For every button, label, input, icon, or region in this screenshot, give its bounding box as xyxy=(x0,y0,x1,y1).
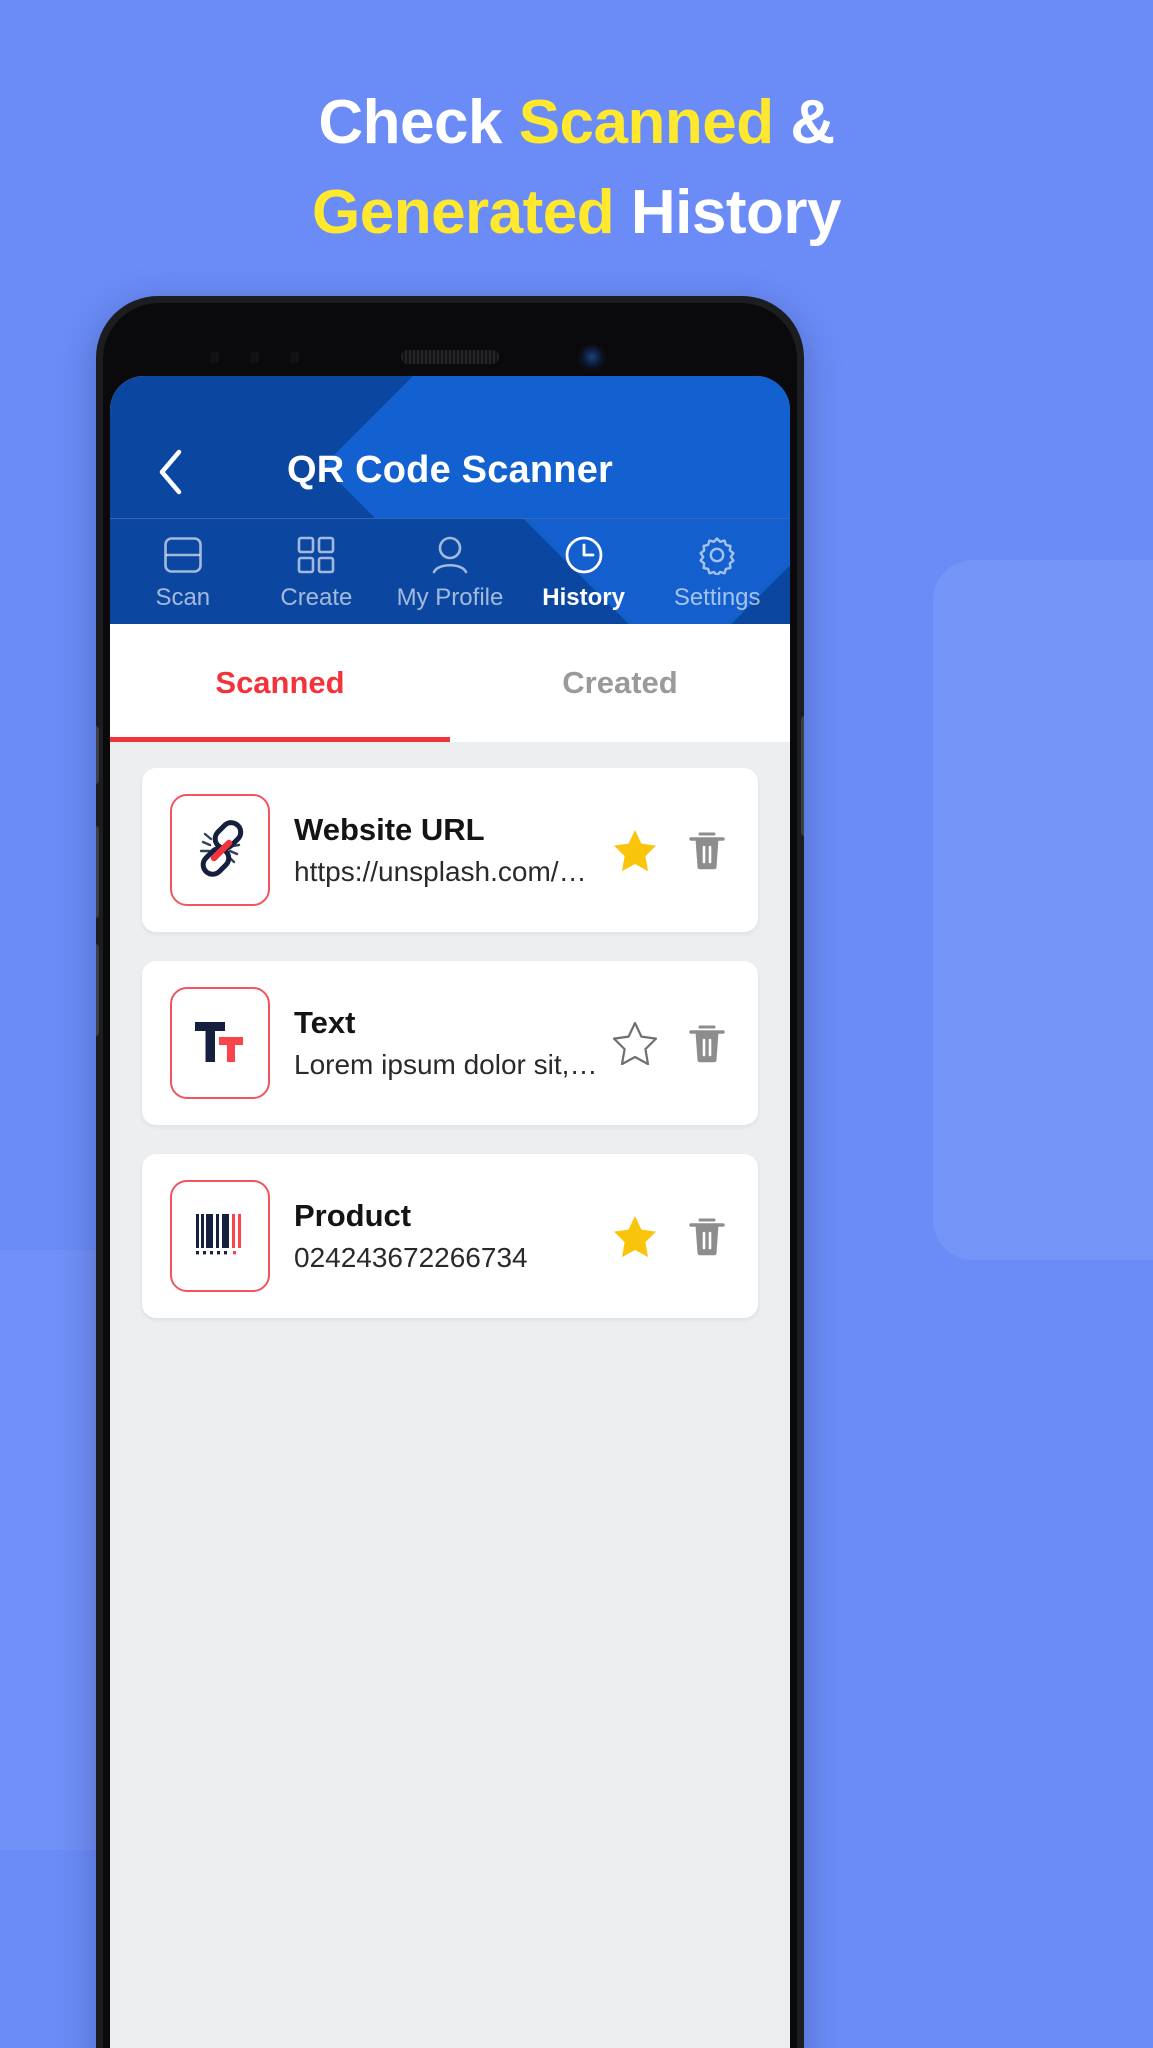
list-item[interactable]: Product 024243672266734 xyxy=(142,1154,758,1318)
promo-line2-part2: History xyxy=(614,177,842,247)
nav-item-my-profile[interactable]: My Profile xyxy=(383,535,517,610)
phone-button-volume-down xyxy=(96,944,99,1036)
history-item-subtitle: Lorem ipsum dolor sit, con... xyxy=(294,1049,602,1081)
history-item-title: Product xyxy=(294,1197,412,1233)
nav-item-history[interactable]: History xyxy=(517,535,651,610)
main-navbar: Scan Create My Profile History Settings xyxy=(110,518,790,624)
phone-button-volume-up xyxy=(96,826,99,918)
front-camera-icon xyxy=(580,346,604,370)
history-item-text: Product 024243672266734 xyxy=(270,1197,602,1276)
history-item-actions xyxy=(602,827,730,873)
history-item-actions xyxy=(602,1020,730,1066)
phone-button-power xyxy=(801,716,804,836)
tab-scanned[interactable]: Scanned xyxy=(110,624,450,742)
star-outline-icon[interactable] xyxy=(612,1020,658,1066)
grid-squares-icon xyxy=(297,535,335,575)
history-item-subtitle: https://unsplash.com/photos xyxy=(294,856,602,888)
history-tabs: Scanned Created xyxy=(110,624,790,742)
back-button[interactable] xyxy=(144,446,196,498)
background-shape-right xyxy=(933,560,1153,1260)
history-item-subtitle: 024243672266734 xyxy=(294,1242,528,1274)
promo-line1-highlight: Scanned xyxy=(518,88,774,157)
promo-headline-line-1: Check Scanned & xyxy=(60,78,1093,168)
history-item-title: Text xyxy=(294,1004,356,1040)
scan-frame-icon xyxy=(163,535,203,575)
trash-icon[interactable] xyxy=(684,827,730,873)
promo-line1-part1: Check xyxy=(318,88,519,157)
nav-label-scan: Scan xyxy=(155,584,211,611)
history-item-title: Website URL xyxy=(294,811,485,847)
nav-label-create: Create xyxy=(280,584,353,611)
phone-screen: QR Code Scanner Scan Create My Profile H… xyxy=(110,376,790,2048)
clock-icon xyxy=(564,535,604,575)
star-filled-icon[interactable] xyxy=(612,1213,658,1259)
promo-line2-highlight: Generated xyxy=(311,177,615,247)
earpiece-speaker-icon xyxy=(401,350,499,364)
phone-top-sensors xyxy=(96,340,804,380)
list-item[interactable]: Text Lorem ipsum dolor sit, con... xyxy=(142,961,758,1125)
history-item-text: Website URL https://unsplash.com/photos xyxy=(270,811,602,890)
tab-scanned-label: Scanned xyxy=(215,665,345,700)
nav-item-scan[interactable]: Scan xyxy=(116,535,250,610)
nav-label-my-profile: My Profile xyxy=(396,584,504,611)
proximity-sensor-icon xyxy=(210,352,219,363)
nav-item-settings[interactable]: Settings xyxy=(650,535,784,610)
trash-icon[interactable] xyxy=(684,1213,730,1259)
iris-sensor-icon xyxy=(290,352,299,363)
tab-created-label: Created xyxy=(562,665,678,700)
promo-line1-part2: & xyxy=(773,88,835,157)
page-title: QR Code Scanner xyxy=(286,449,614,491)
phone-mockup: QR Code Scanner Scan Create My Profile H… xyxy=(96,296,804,2048)
nav-label-history: History xyxy=(542,584,625,611)
tab-created[interactable]: Created xyxy=(450,624,790,742)
star-filled-icon[interactable] xyxy=(612,827,658,873)
history-list: Website URL https://unsplash.com/photos xyxy=(110,742,790,2048)
history-item-thumbnail xyxy=(170,987,270,1099)
list-item[interactable]: Website URL https://unsplash.com/photos xyxy=(142,768,758,932)
promo-headline-line-2: Generated History xyxy=(60,168,1093,258)
person-icon xyxy=(431,535,469,575)
app-header: QR Code Scanner xyxy=(110,376,790,518)
barcode-icon xyxy=(190,1204,250,1269)
nav-label-settings: Settings xyxy=(673,584,761,611)
promo-headline: Check Scanned & Generated History xyxy=(0,78,1153,258)
light-sensor-icon xyxy=(250,352,259,363)
trash-icon[interactable] xyxy=(684,1020,730,1066)
history-item-thumbnail xyxy=(170,794,270,906)
history-item-text: Text Lorem ipsum dolor sit, con... xyxy=(270,1004,602,1083)
phone-button-bixby xyxy=(96,726,99,784)
text-tt-icon xyxy=(189,1010,251,1077)
history-item-actions xyxy=(602,1213,730,1259)
nav-item-create[interactable]: Create xyxy=(250,535,384,610)
chevron-left-icon xyxy=(153,447,187,497)
gear-icon xyxy=(697,535,737,575)
history-item-thumbnail xyxy=(170,1180,270,1292)
broken-link-icon xyxy=(189,815,251,886)
